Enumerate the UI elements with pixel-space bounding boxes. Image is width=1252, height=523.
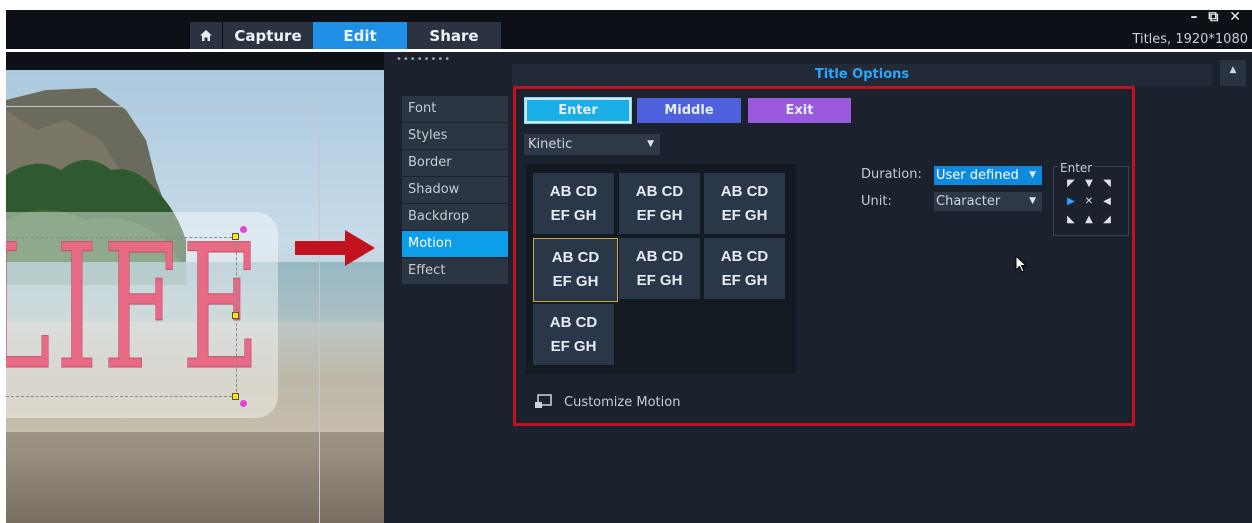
preset-line: EF GH xyxy=(552,273,599,290)
customize-motion-label: Customize Motion xyxy=(564,394,681,410)
arrow-right-icon[interactable]: ▶ xyxy=(1064,195,1078,208)
duration-value: User defined xyxy=(936,168,1019,183)
preset-line: AB CD xyxy=(549,182,598,200)
customize-motion-button[interactable]: Customize Motion xyxy=(534,394,680,410)
nav-backdrop[interactable]: Backdrop xyxy=(402,204,508,230)
tab-edit[interactable]: Edit xyxy=(313,22,407,49)
center-icon[interactable]: ✕ xyxy=(1082,195,1096,208)
home-tab[interactable] xyxy=(190,22,222,49)
preview-window[interactable]: LIFE xyxy=(6,52,384,523)
arrow-up-icon[interactable]: ▲ xyxy=(1082,213,1096,226)
panel-grip[interactable]: •••••••• xyxy=(396,54,451,65)
nav-font[interactable]: Font xyxy=(402,96,508,122)
motion-preset-grid: AB CD EF GH AB CD EF GH AB CD EF GH AB C… xyxy=(526,164,796,374)
exit-button[interactable]: Exit xyxy=(748,98,851,123)
top-bar: Capture Edit Share – ⧉ ✕ Titles, 1920*10… xyxy=(0,0,1252,52)
preset-line: EF GH xyxy=(721,271,768,289)
nav-styles[interactable]: Styles xyxy=(402,123,508,149)
rotate-handle[interactable] xyxy=(240,400,247,407)
preset-line: EF GH xyxy=(550,337,597,355)
motion-preset[interactable]: AB CD EF GH xyxy=(533,304,614,365)
preset-line: AB CD xyxy=(549,313,598,331)
unit-select[interactable]: Character ▼ xyxy=(934,192,1042,211)
nav-shadow[interactable]: Shadow xyxy=(402,177,508,203)
motion-preset[interactable]: AB CD EF GH xyxy=(704,238,785,299)
home-icon xyxy=(200,30,212,41)
motion-type-value: Kinetic xyxy=(528,137,573,152)
motion-preset-selected[interactable]: AB CD EF GH xyxy=(533,238,618,302)
preset-line: AB CD xyxy=(551,249,600,266)
preview-top-border xyxy=(6,52,384,70)
workspace-tabs: Capture Edit Share xyxy=(190,22,501,49)
options-side-nav: Font Styles Border Shadow Backdrop Motio… xyxy=(402,96,508,285)
arrow-up-right-icon[interactable]: ◥ xyxy=(1100,177,1114,190)
direction-label: Enter xyxy=(1058,161,1095,175)
arrow-up-left-icon[interactable]: ◤ xyxy=(1064,177,1078,190)
arrow-down-icon[interactable]: ▼ xyxy=(1082,177,1096,190)
panel-title: Title Options xyxy=(814,67,910,82)
unit-label: Unit: xyxy=(861,194,892,209)
chevron-down-icon: ▼ xyxy=(1029,170,1036,180)
duration-select[interactable]: User defined ▼ xyxy=(934,166,1042,185)
preset-line: AB CD xyxy=(635,182,684,200)
customize-motion-icon xyxy=(535,394,552,408)
tab-share[interactable]: Share xyxy=(407,22,501,49)
motion-type-dropdown[interactable]: Kinetic ▼ xyxy=(524,134,660,155)
scroll-up-button[interactable]: ▲ xyxy=(1220,60,1246,86)
preset-line: AB CD xyxy=(720,182,769,200)
tab-capture[interactable]: Capture xyxy=(223,22,313,49)
arrow-down-right-icon[interactable]: ◢ xyxy=(1100,213,1114,226)
resize-handle[interactable] xyxy=(232,393,239,400)
resize-handle[interactable] xyxy=(232,312,239,319)
panel-header: Title Options xyxy=(512,64,1212,86)
chevron-down-icon: ▼ xyxy=(647,139,654,149)
preset-line: EF GH xyxy=(636,206,683,224)
rotate-handle[interactable] xyxy=(240,226,247,233)
arrow-down-left-icon[interactable]: ◣ xyxy=(1064,213,1078,226)
motion-preset[interactable]: AB CD EF GH xyxy=(533,173,614,234)
preset-line: EF GH xyxy=(636,271,683,289)
preset-line: AB CD xyxy=(635,247,684,265)
unit-value: Character xyxy=(936,194,1001,209)
window-controls[interactable]: – ⧉ ✕ xyxy=(1191,9,1244,25)
nav-motion[interactable]: Motion xyxy=(402,231,508,257)
preset-line: EF GH xyxy=(550,206,597,224)
nav-effect[interactable]: Effect xyxy=(402,258,508,284)
nav-border[interactable]: Border xyxy=(402,150,508,176)
motion-preset[interactable]: AB CD EF GH xyxy=(619,173,700,234)
motion-preset[interactable]: AB CD EF GH xyxy=(619,238,700,299)
middle-button[interactable]: Middle xyxy=(637,98,741,123)
title-options-panel: •••••••• Title Options ▲ Font Styles Bor… xyxy=(384,52,1252,523)
duration-label: Duration: xyxy=(861,167,922,182)
chevron-down-icon: ▼ xyxy=(1029,196,1036,206)
resize-handle[interactable] xyxy=(232,233,239,240)
selection-box xyxy=(6,237,237,397)
mouse-cursor-icon xyxy=(1015,255,1028,273)
project-info: Titles, 1920*1080 xyxy=(1132,32,1248,47)
preset-line: EF GH xyxy=(721,206,768,224)
direction-selector: Enter ◤ ▼ ◥ ▶ ✕ ◀ ◣ ▲ ◢ xyxy=(1053,161,1129,236)
arrow-left-icon[interactable]: ◀ xyxy=(1100,195,1114,208)
enter-button[interactable]: Enter xyxy=(524,97,632,124)
preset-line: AB CD xyxy=(720,247,769,265)
red-arrow-icon xyxy=(295,230,375,266)
motion-preset[interactable]: AB CD EF GH xyxy=(704,173,785,234)
